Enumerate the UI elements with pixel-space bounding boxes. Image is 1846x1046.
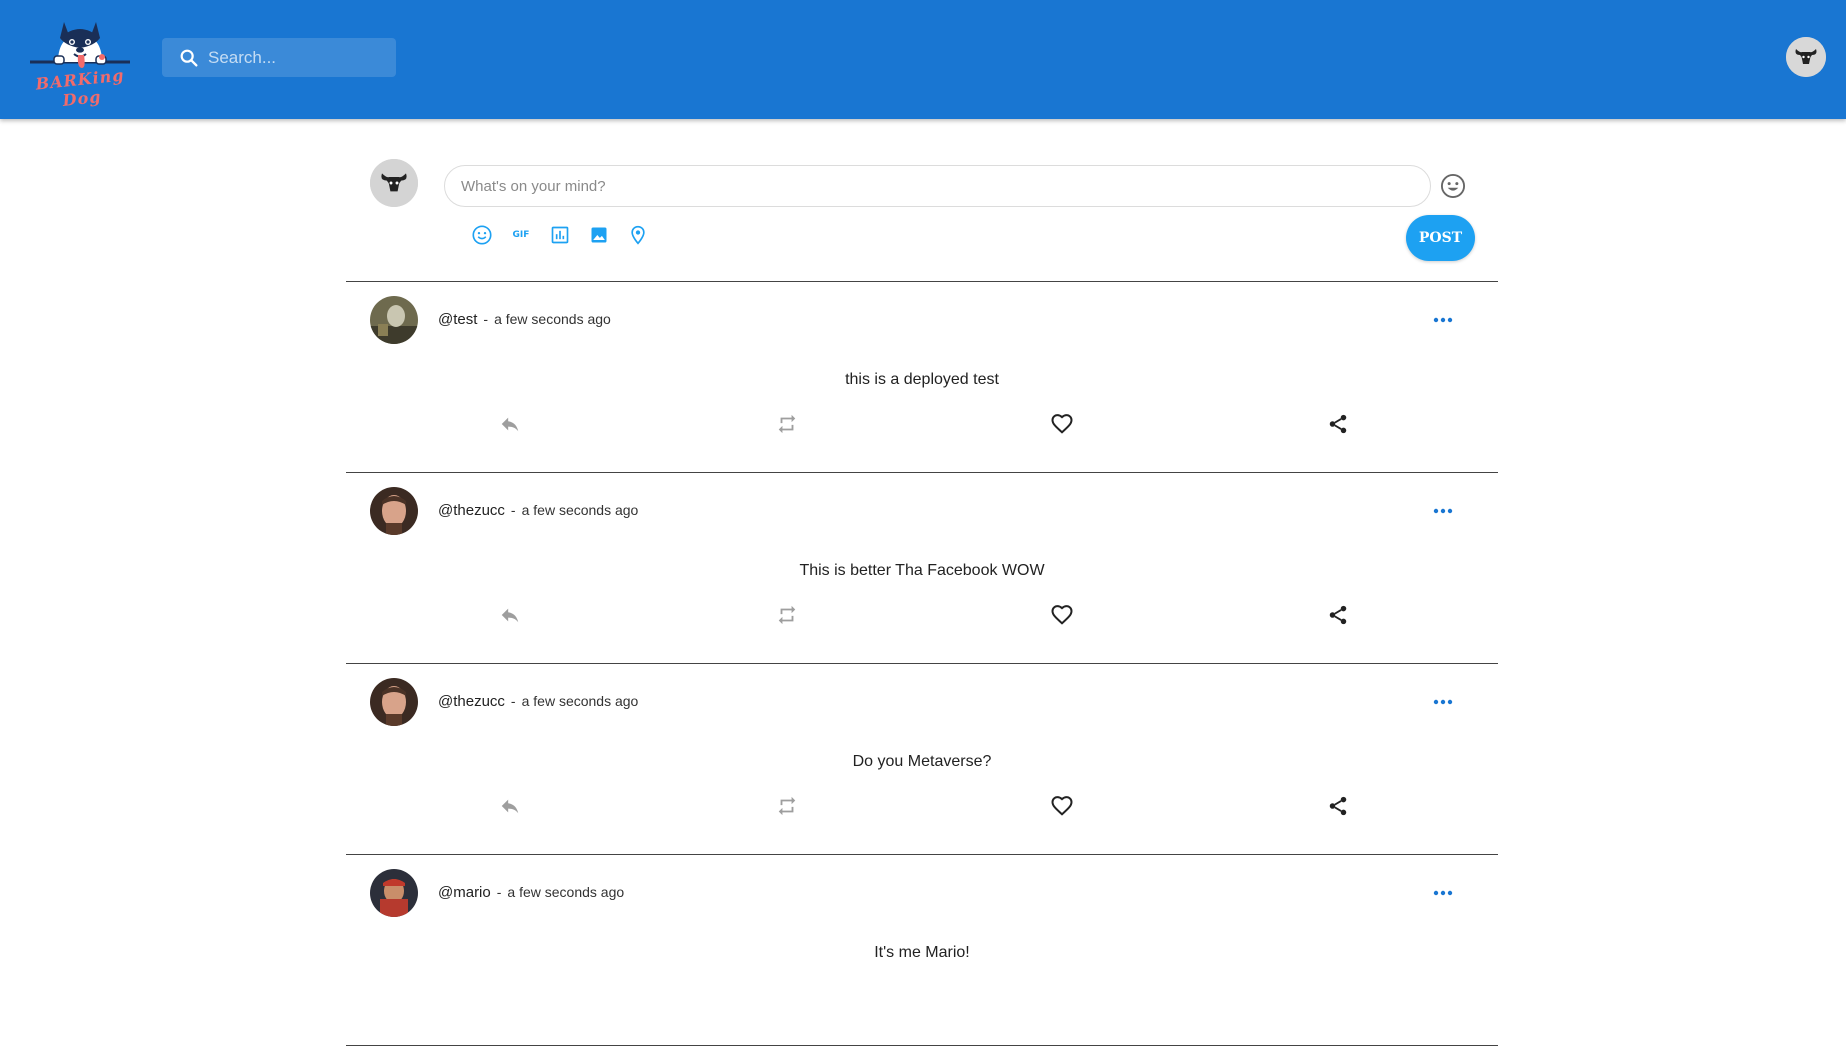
share-button[interactable] [1325, 411, 1351, 437]
post-composer: GIF [346, 119, 1498, 282]
more-horizontal-icon [1433, 508, 1453, 514]
emoji-icon [472, 225, 492, 245]
post-separator: - [510, 693, 516, 709]
avatar[interactable] [370, 487, 418, 535]
share-button[interactable] [1325, 793, 1351, 819]
post-text: Do you Metaverse? [852, 753, 992, 770]
post-time: a few seconds ago [507, 884, 625, 900]
post-item: @test - a few seconds ago this is a depl… [346, 282, 1498, 473]
post-button[interactable]: POST [1406, 215, 1475, 261]
avatar [370, 159, 418, 207]
post-meta: @test - a few seconds ago [438, 311, 611, 328]
avatar[interactable] [370, 678, 418, 726]
post-item: @mario - a few seconds ago It's me Mario… [346, 855, 1498, 1046]
app-bar: BARKing Dog [0, 0, 1846, 119]
reply-icon [501, 799, 519, 814]
post-handle[interactable]: @mario [438, 884, 491, 901]
more-options-button[interactable] [1429, 692, 1457, 712]
poll-button[interactable] [546, 221, 574, 249]
user-avatar-icon [370, 869, 418, 917]
post-handle[interactable]: @test [438, 311, 477, 328]
image-button[interactable] [585, 221, 613, 249]
emoji-button[interactable] [468, 221, 496, 249]
bull-avatar-icon [370, 159, 418, 207]
account-avatar[interactable] [1786, 37, 1826, 77]
post-separator: - [483, 311, 489, 327]
retweet-icon [778, 796, 796, 816]
compose-input[interactable] [444, 165, 1431, 207]
post-separator: - [510, 502, 516, 518]
main-feed: GIF [346, 119, 1498, 1046]
more-options-button[interactable] [1429, 501, 1457, 521]
more-horizontal-icon [1433, 317, 1453, 323]
user-avatar-icon [370, 487, 418, 535]
poll-icon [551, 226, 569, 244]
reply-button[interactable] [497, 602, 523, 628]
user-avatar-icon [370, 678, 418, 726]
like-button[interactable] [1049, 602, 1075, 628]
avatar[interactable] [370, 296, 418, 344]
reply-button[interactable] [497, 411, 523, 437]
share-icon [1329, 414, 1347, 434]
avatar[interactable] [370, 869, 418, 917]
composer-toolbar: GIF [468, 221, 663, 249]
bull-avatar-icon [1786, 37, 1826, 77]
post-text: It's me Mario! [874, 944, 970, 961]
reply-icon [501, 608, 519, 623]
reply-icon [501, 417, 519, 432]
post-item: @thezucc - a few seconds ago Do you Meta… [346, 664, 1498, 855]
location-button[interactable] [624, 221, 652, 249]
gif-icon: GIF [512, 230, 530, 240]
share-icon [1329, 796, 1347, 816]
post-handle[interactable]: @thezucc [438, 693, 505, 710]
retweet-icon [778, 414, 796, 434]
retweet-icon [778, 605, 796, 625]
barking-dog-logo[interactable]: BARKing Dog [28, 12, 132, 110]
retweet-button[interactable] [774, 411, 800, 437]
retweet-button[interactable] [774, 602, 800, 628]
emoji-icon [1440, 173, 1466, 199]
like-button[interactable] [1049, 411, 1075, 437]
share-icon [1329, 605, 1347, 625]
post-meta: @mario - a few seconds ago [438, 884, 624, 901]
gif-button[interactable]: GIF [507, 221, 535, 249]
post-text: This is better Tha Facebook WOW [799, 562, 1045, 579]
search-box[interactable] [162, 38, 396, 77]
post-meta: @thezucc - a few seconds ago [438, 502, 638, 519]
search-icon [180, 49, 198, 67]
share-button[interactable] [1325, 602, 1351, 628]
more-horizontal-icon [1433, 699, 1453, 705]
heart-outline-icon [1051, 796, 1073, 816]
search-input[interactable] [208, 38, 388, 77]
post-separator: - [496, 884, 502, 900]
retweet-button[interactable] [774, 793, 800, 819]
more-horizontal-icon [1433, 890, 1453, 896]
user-avatar-icon [370, 296, 418, 344]
image-icon [591, 227, 607, 243]
post-time: a few seconds ago [521, 693, 639, 709]
reply-button[interactable] [497, 793, 523, 819]
more-options-button[interactable] [1429, 883, 1457, 903]
post-meta: @thezucc - a few seconds ago [438, 693, 638, 710]
heart-outline-icon [1051, 414, 1073, 434]
heart-outline-icon [1051, 605, 1073, 625]
post-item: @thezucc - a few seconds ago This is bet… [346, 473, 1498, 664]
post-time: a few seconds ago [494, 311, 611, 327]
location-icon [631, 225, 645, 245]
more-options-button[interactable] [1429, 310, 1457, 330]
like-button[interactable] [1049, 793, 1075, 819]
post-time: a few seconds ago [521, 502, 639, 518]
post-text: this is a deployed test [845, 371, 999, 388]
emoji-picker-button[interactable] [1439, 172, 1467, 200]
post-handle[interactable]: @thezucc [438, 502, 505, 519]
